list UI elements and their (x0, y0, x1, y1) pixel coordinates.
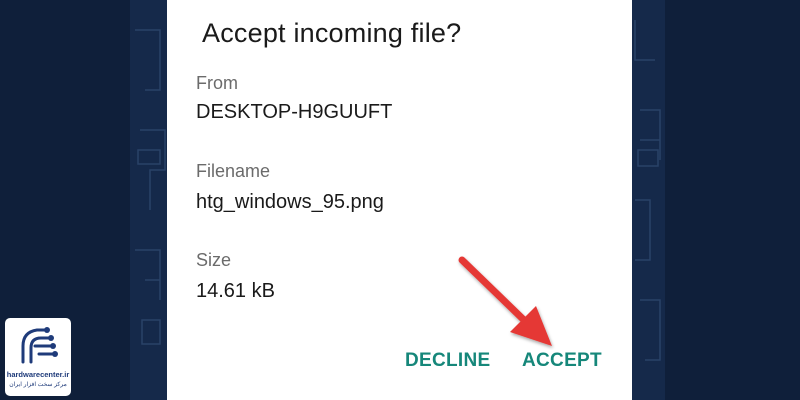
size-label: Size (196, 250, 232, 270)
filename-label: Filename (196, 161, 271, 181)
accept-button[interactable]: ACCEPT (522, 350, 602, 372)
from-value: DESKTOP-H9GUUFT (196, 101, 393, 123)
watermark-brand: hardwarecenter.ir (6, 370, 70, 379)
filename-value: htg_windows_95.png (196, 191, 384, 213)
decline-button[interactable]: DECLINE (405, 350, 491, 372)
dialog-title: Accept incoming file? (202, 18, 462, 48)
size-value: 14.61 kB (196, 280, 275, 302)
hardwarecenter-watermark: hardwarecenter.ir مرکز سخت افزار ایران (5, 318, 71, 396)
red-arrow-annotation (458, 256, 552, 346)
circuit-hand-icon (21, 327, 58, 364)
watermark-subtitle: مرکز سخت افزار ایران (9, 382, 67, 388)
from-label: From (196, 73, 238, 93)
